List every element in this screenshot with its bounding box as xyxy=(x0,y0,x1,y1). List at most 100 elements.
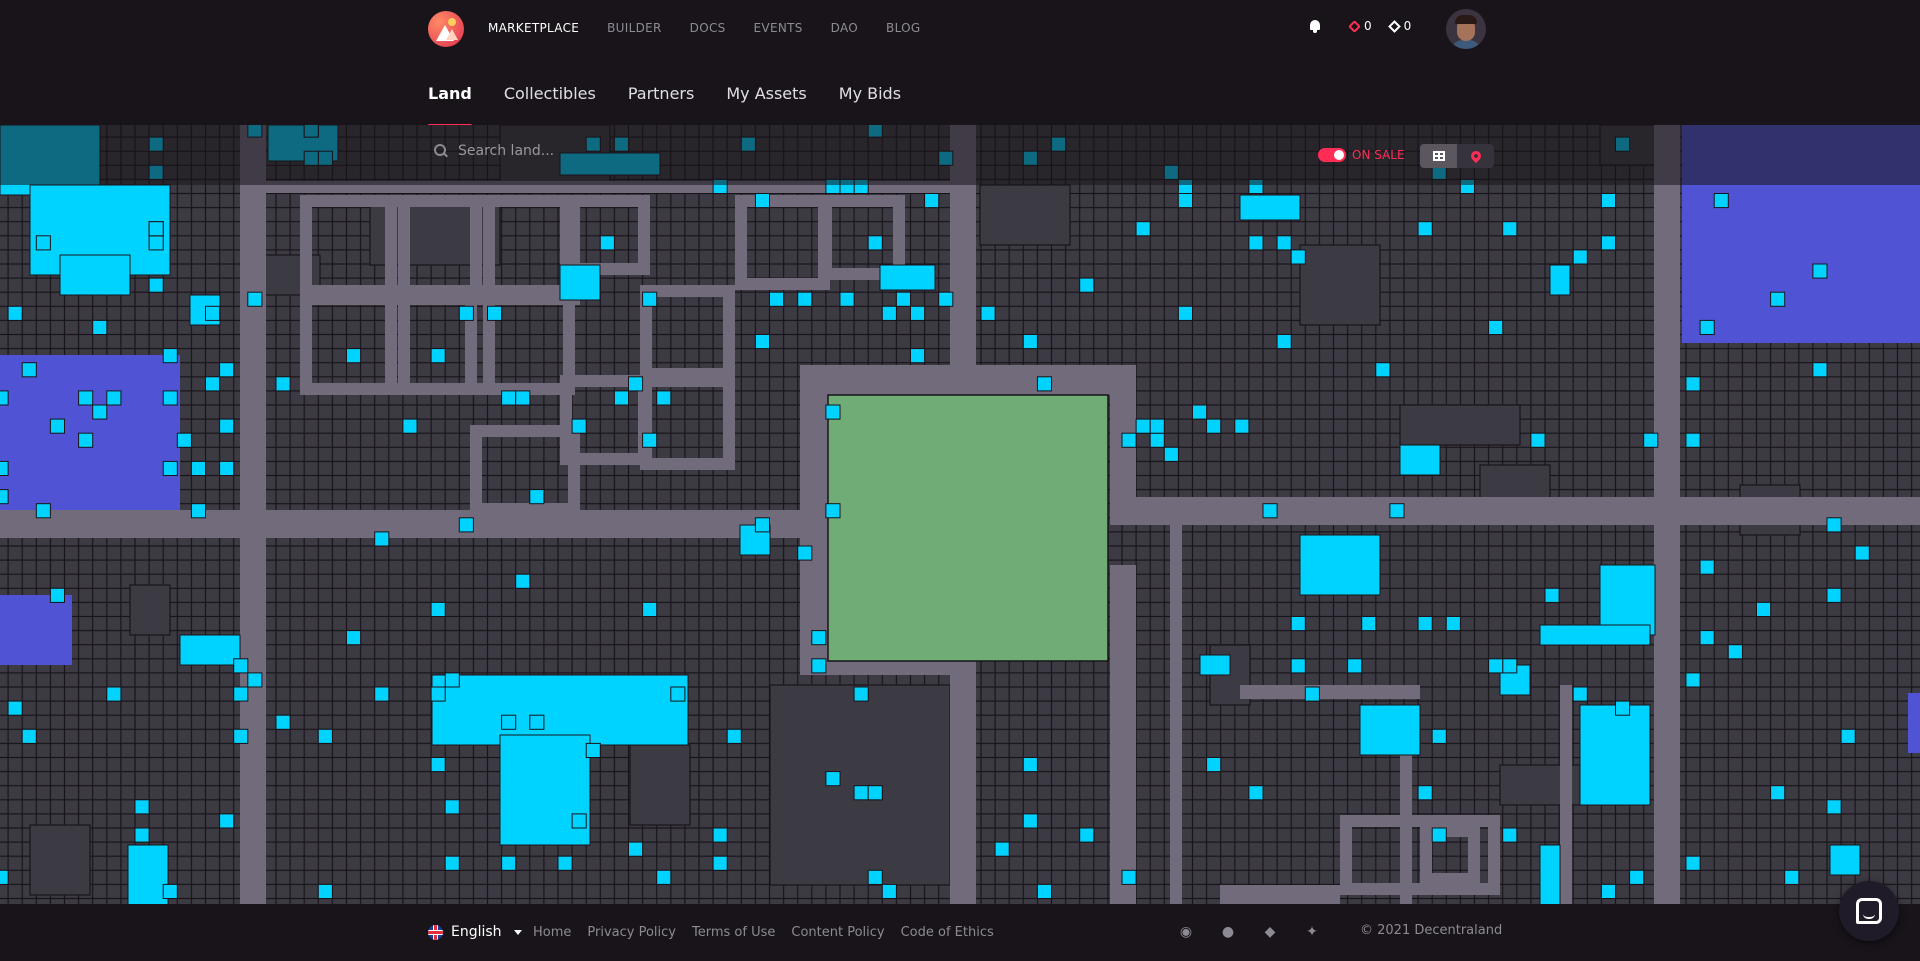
map-tile[interactable] xyxy=(7,700,23,716)
map-tile[interactable] xyxy=(1445,616,1461,632)
map-tile[interactable] xyxy=(162,460,178,476)
map-tile[interactable] xyxy=(1417,221,1433,237)
map-tile[interactable] xyxy=(1399,404,1521,446)
map-tile[interactable] xyxy=(571,813,587,829)
map-tile[interactable] xyxy=(1304,686,1320,702)
map-tile[interactable] xyxy=(0,460,9,476)
map-tile[interactable] xyxy=(656,869,672,885)
map-tile[interactable] xyxy=(29,824,91,896)
map-tile[interactable] xyxy=(1812,362,1828,378)
map-tile[interactable] xyxy=(430,601,446,617)
nav-docs[interactable]: DOCS xyxy=(690,21,726,35)
map-tile[interactable] xyxy=(1290,249,1306,265)
map-tile[interactable] xyxy=(1199,654,1231,676)
map-tile[interactable] xyxy=(1431,827,1447,843)
map-tile[interactable] xyxy=(317,883,333,900)
map-tile[interactable] xyxy=(1036,376,1053,392)
map-tile[interactable] xyxy=(1685,432,1701,448)
map-tile[interactable] xyxy=(1560,685,1572,904)
map-tile[interactable] xyxy=(148,277,164,293)
map-tile[interactable] xyxy=(1110,565,1136,904)
map-tile[interactable] xyxy=(656,390,672,406)
map-tile[interactable] xyxy=(1299,534,1381,596)
map-tile[interactable] xyxy=(1699,319,1715,335)
map-tile[interactable] xyxy=(1121,869,1137,885)
twitter-icon[interactable]: ✦ xyxy=(1302,922,1322,942)
map-tile[interactable] xyxy=(1502,658,1518,674)
map-tile[interactable] xyxy=(910,305,926,321)
map-tile[interactable] xyxy=(1290,658,1306,674)
map-tile[interactable] xyxy=(628,376,644,392)
map-tile[interactable] xyxy=(1359,704,1421,756)
map-tile[interactable] xyxy=(106,686,122,702)
map-tile[interactable] xyxy=(458,517,474,533)
map-tile[interactable] xyxy=(1770,785,1786,801)
map-tile[interactable] xyxy=(585,742,601,759)
map-tile[interactable] xyxy=(529,489,545,505)
map-tile[interactable] xyxy=(78,390,94,406)
map-tile[interactable] xyxy=(402,418,418,434)
map-tile[interactable] xyxy=(1600,235,1617,251)
map-tile[interactable] xyxy=(458,305,474,321)
tab-partners[interactable]: Partners xyxy=(628,84,694,127)
map-tile[interactable] xyxy=(1713,193,1729,209)
map-tile[interactable] xyxy=(571,418,587,434)
map-tile[interactable] xyxy=(559,264,601,301)
map-tile[interactable] xyxy=(825,503,841,519)
map-tile[interactable] xyxy=(35,503,51,519)
map-tile[interactable] xyxy=(1220,885,1340,904)
map-tile[interactable] xyxy=(501,855,517,871)
map-tile[interactable] xyxy=(1248,235,1264,251)
land-map-canvas[interactable] xyxy=(0,125,1920,904)
map-tile[interactable] xyxy=(827,394,1109,662)
map-tile[interactable] xyxy=(1908,693,1920,753)
mana-balance-ethereum[interactable]: 0 xyxy=(1387,19,1411,33)
map-tile[interactable] xyxy=(1170,525,1182,904)
map-tile[interactable] xyxy=(1829,844,1861,876)
map-tile[interactable] xyxy=(1530,432,1546,448)
map-tile[interactable] xyxy=(797,291,813,307)
land-search[interactable]: Search land... xyxy=(434,143,554,159)
map-tile[interactable] xyxy=(1549,264,1571,296)
map-tile[interactable] xyxy=(1685,672,1701,688)
map-tile[interactable] xyxy=(670,686,686,702)
map-tile[interactable] xyxy=(205,305,221,321)
footer-link-privacy[interactable]: Privacy Policy xyxy=(587,925,676,940)
map-tile[interactable] xyxy=(1643,432,1659,448)
map-tile[interactable] xyxy=(35,235,51,251)
map-tile[interactable] xyxy=(1135,418,1151,434)
map-tile[interactable] xyxy=(162,390,178,406)
map-tile[interactable] xyxy=(754,517,771,533)
nav-events[interactable]: EVENTS xyxy=(754,21,803,35)
map-tile[interactable] xyxy=(1539,844,1561,904)
map-tile[interactable] xyxy=(444,855,460,871)
map-tile[interactable] xyxy=(162,883,178,900)
map-tile[interactable] xyxy=(1177,193,1194,209)
map-tile[interactable] xyxy=(1206,418,1222,434)
map-tile[interactable] xyxy=(0,390,9,406)
map-tile[interactable] xyxy=(134,799,150,815)
map-tile[interactable] xyxy=(1600,883,1617,900)
map-tile[interactable] xyxy=(430,686,446,702)
map-tile[interactable] xyxy=(1812,263,1828,279)
map-tile[interactable] xyxy=(613,390,630,406)
map-tile[interactable] xyxy=(825,771,841,787)
map-tile[interactable] xyxy=(839,291,855,307)
map-tile[interactable] xyxy=(179,634,241,666)
footer-link-terms[interactable]: Terms of Use xyxy=(692,925,775,940)
map-tile[interactable] xyxy=(1699,559,1715,575)
map-tile[interactable] xyxy=(219,418,235,434)
map-tile[interactable] xyxy=(1539,624,1651,646)
nav-blog[interactable]: BLOG xyxy=(886,21,920,35)
map-tile[interactable] xyxy=(317,728,333,744)
map-tile[interactable] xyxy=(867,235,883,251)
map-tile[interactable] xyxy=(148,221,164,237)
map-tile[interactable] xyxy=(1079,277,1095,293)
map-tile[interactable] xyxy=(127,844,169,904)
map-tile[interactable] xyxy=(557,855,573,871)
map-tile[interactable] xyxy=(444,672,460,688)
map-tile[interactable] xyxy=(642,432,658,448)
map-tile[interactable] xyxy=(1022,813,1038,829)
map-tile[interactable] xyxy=(0,489,9,505)
map-tile[interactable] xyxy=(1615,700,1631,716)
